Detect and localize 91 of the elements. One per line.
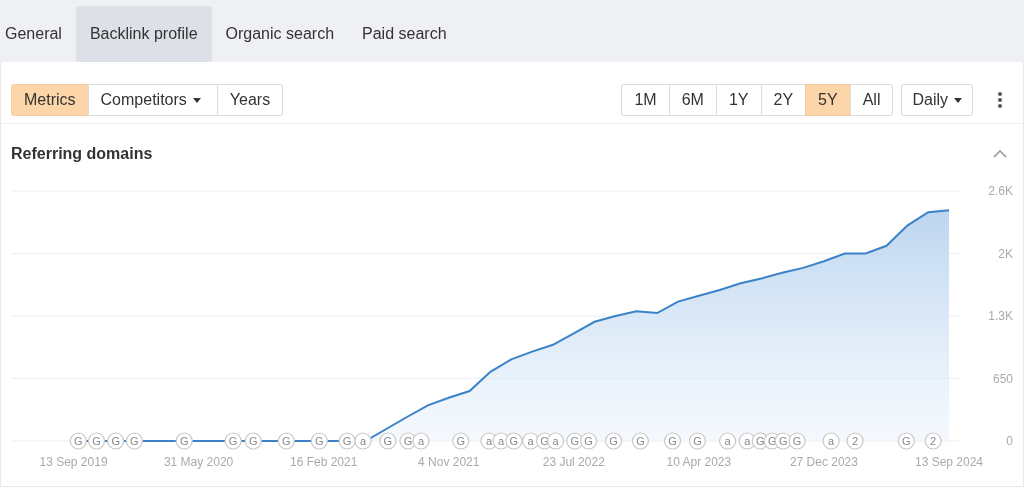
y-axis-label: 0 xyxy=(1006,434,1013,448)
y-axis-label: 2K xyxy=(998,246,1013,261)
view-dropdown[interactable]: Competitors xyxy=(87,84,218,116)
range-button[interactable]: 6M xyxy=(668,84,717,116)
annotation: G xyxy=(383,435,393,447)
annotation: G xyxy=(792,435,802,447)
annotation: G xyxy=(130,435,139,447)
annotation: G xyxy=(570,435,580,447)
event-marker: G xyxy=(338,432,356,450)
x-axis-label: 27 Dec 2023 xyxy=(789,455,858,469)
event-marker: G xyxy=(452,432,470,450)
annotation: G xyxy=(456,435,465,447)
annotation: G xyxy=(693,435,702,447)
event-marker: G xyxy=(87,432,106,450)
annotation: G xyxy=(111,435,120,447)
y-axis-label: 650 xyxy=(992,371,1013,386)
range-button[interactable]: 5Y xyxy=(805,84,851,116)
event-marker: G xyxy=(788,432,806,450)
event-marker: a xyxy=(412,432,430,450)
annotation: G xyxy=(228,435,238,447)
annotation: a xyxy=(485,435,493,447)
annotation: a xyxy=(527,435,535,447)
more-options-icon[interactable] xyxy=(997,91,1003,109)
event-marker: G xyxy=(277,432,295,450)
panel-title: Referring domains xyxy=(11,144,153,164)
annotation: G xyxy=(509,435,519,447)
annotation: G xyxy=(315,435,324,447)
x-axis-label: 16 Feb 2021 xyxy=(289,455,358,469)
event-marker: G xyxy=(688,432,707,450)
annotation: G xyxy=(92,435,101,447)
tab[interactable]: Paid search xyxy=(348,6,461,62)
annotation: G xyxy=(609,435,618,447)
range-button[interactable]: 1M xyxy=(621,84,670,116)
annotation: a xyxy=(359,435,367,447)
annotation: 2 xyxy=(852,435,859,447)
event-marker: G xyxy=(244,432,262,450)
event-marker: G xyxy=(580,432,598,450)
x-axis-label: 31 May 2020 xyxy=(163,455,234,469)
x-axis-label: 13 Sep 2019 xyxy=(39,455,108,469)
interval-dropdown[interactable]: Daily xyxy=(901,84,973,116)
annotation: G xyxy=(248,435,258,447)
annotation: a xyxy=(828,435,836,447)
event-marker: a xyxy=(822,432,840,450)
annotation: a xyxy=(724,435,732,447)
x-axis-label: 10 Apr 2023 xyxy=(666,455,732,469)
view-button[interactable]: Years xyxy=(216,84,284,116)
annotation: G xyxy=(342,435,352,447)
event-marker: G xyxy=(107,432,125,450)
x-axis-label: 23 Jul 2022 xyxy=(542,455,605,469)
annotation: a xyxy=(497,435,505,447)
annotation: a xyxy=(744,435,752,447)
event-marker: 2 xyxy=(846,432,864,450)
range-button[interactable]: All xyxy=(849,84,894,116)
annotation: 2 xyxy=(930,435,937,447)
x-axis-label: 13 Sep 2024 xyxy=(914,455,984,469)
tab[interactable]: General xyxy=(0,6,76,62)
x-axis-label: 4 Nov 2021 xyxy=(418,455,480,469)
event-marker: G xyxy=(224,432,242,450)
event-marker: G xyxy=(604,432,623,450)
y-axis-label: 2.6K xyxy=(988,184,1013,198)
annotation: G xyxy=(403,435,413,447)
view-button[interactable]: Metrics xyxy=(11,84,89,116)
event-marker: G xyxy=(663,432,682,450)
event-marker: G xyxy=(125,432,143,450)
event-marker: a xyxy=(354,432,372,450)
annotation: G xyxy=(74,435,83,447)
annotation: G xyxy=(540,435,549,447)
annotation: G xyxy=(636,435,645,447)
annotation: a xyxy=(552,435,560,447)
tab[interactable]: Backlink profile xyxy=(75,6,212,62)
event-marker: a xyxy=(719,432,737,450)
event-marker: G xyxy=(379,432,397,450)
annotation: G xyxy=(282,435,291,447)
annotation: a xyxy=(417,435,425,447)
event-marker: G xyxy=(69,432,87,450)
annotation: G xyxy=(179,435,189,447)
tab[interactable]: Organic search xyxy=(211,6,349,62)
event-marker: G xyxy=(310,432,328,450)
annotation: G xyxy=(584,435,593,447)
annotation: G xyxy=(755,435,765,447)
annotation: G xyxy=(668,435,677,447)
event-marker: G xyxy=(631,432,649,450)
range-button[interactable]: 1Y xyxy=(715,84,762,116)
range-button[interactable]: 2Y xyxy=(760,84,807,116)
event-marker: G xyxy=(897,432,915,450)
event-marker: G xyxy=(175,432,193,450)
event-marker: 2 xyxy=(924,432,942,450)
y-axis-label: 1.3K xyxy=(988,309,1013,323)
annotation: G xyxy=(902,435,911,447)
annotation: G xyxy=(778,435,788,447)
collapse-icon[interactable] xyxy=(993,150,1007,158)
